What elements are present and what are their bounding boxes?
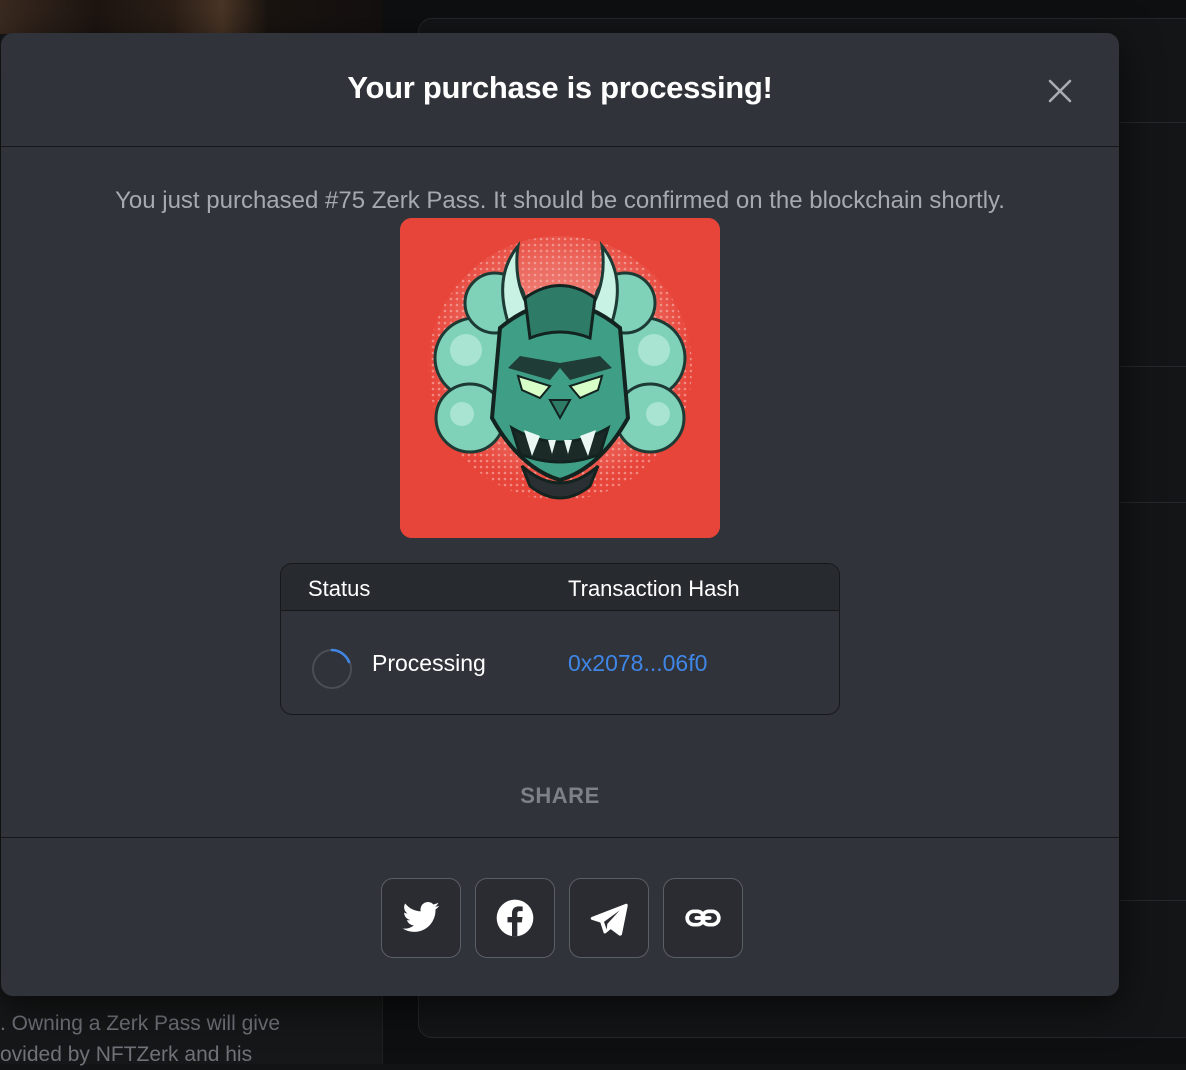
background-divider bbox=[1120, 122, 1186, 123]
background-divider bbox=[1120, 366, 1186, 367]
oni-demon-mask-artwork bbox=[400, 218, 720, 538]
transaction-status-table: Status Transaction Hash Processing 0x207… bbox=[280, 563, 840, 715]
twitter-icon bbox=[401, 898, 441, 938]
share-twitter-button[interactable] bbox=[381, 878, 461, 958]
transaction-hash-column-header: Transaction Hash bbox=[568, 576, 740, 602]
modal-title: Your purchase is processing! bbox=[1, 70, 1119, 106]
share-telegram-button[interactable] bbox=[569, 878, 649, 958]
modal-footer bbox=[1, 837, 1119, 996]
background-divider bbox=[1120, 900, 1186, 901]
background-artwork bbox=[0, 0, 383, 34]
loading-spinner-icon bbox=[310, 647, 354, 691]
transaction-hash-link[interactable]: 0x2078...06f0 bbox=[568, 650, 707, 677]
purchase-processing-modal: Your purchase is processing! You just pu… bbox=[1, 33, 1119, 996]
telegram-icon bbox=[589, 898, 629, 938]
background-divider bbox=[1120, 502, 1186, 503]
facebook-icon bbox=[495, 898, 535, 938]
share-facebook-button[interactable] bbox=[475, 878, 555, 958]
status-value: Processing bbox=[372, 650, 486, 677]
share-buttons bbox=[381, 878, 743, 958]
modal-header: Your purchase is processing! bbox=[1, 33, 1119, 147]
share-label: SHARE bbox=[1, 783, 1119, 809]
background-description-line: ovided by NFTZerk and his bbox=[0, 1039, 383, 1070]
nft-image bbox=[400, 218, 720, 538]
link-icon bbox=[683, 898, 723, 938]
status-column-header: Status bbox=[308, 576, 370, 602]
background-description-line: . Owning a Zerk Pass will give bbox=[0, 1008, 383, 1039]
table-header: Status Transaction Hash bbox=[281, 564, 839, 611]
close-icon bbox=[1042, 73, 1078, 109]
copy-link-button[interactable] bbox=[663, 878, 743, 958]
background-description: . Owning a Zerk Pass will give ovided by… bbox=[0, 1008, 383, 1070]
purchase-message: You just purchased #75 Zerk Pass. It sho… bbox=[1, 187, 1119, 215]
close-button[interactable] bbox=[1042, 73, 1078, 109]
